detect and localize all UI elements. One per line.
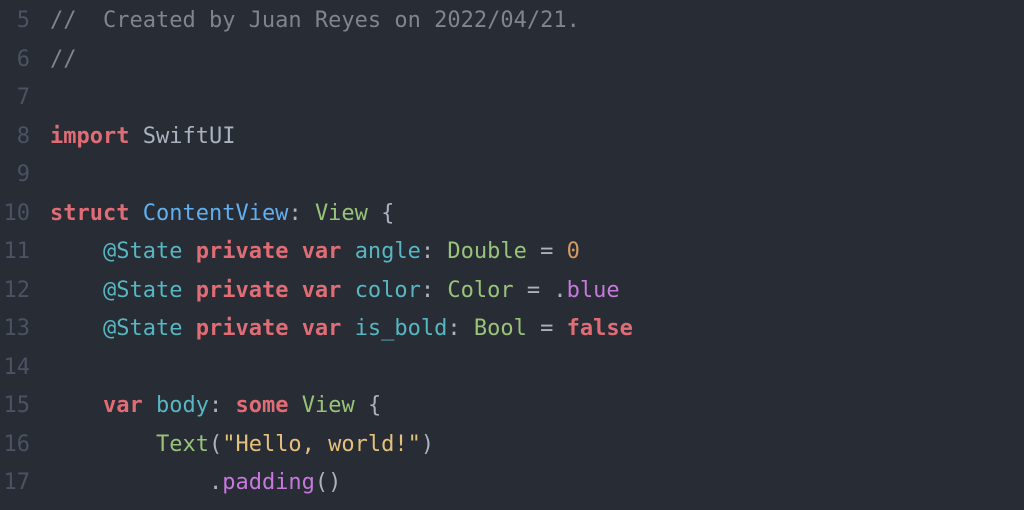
colon: : (288, 201, 301, 226)
attribute-state: @State (103, 278, 182, 303)
dot: . (209, 470, 222, 495)
colon: : (421, 239, 434, 264)
code-line: struct ContentView: View { (50, 195, 1024, 234)
line-number: 5 (0, 2, 30, 41)
line-number: 10 (0, 195, 30, 234)
module-name: SwiftUI (143, 124, 236, 149)
var-name: body (156, 393, 209, 418)
var-name: is_bold (355, 316, 448, 341)
keyword-struct: struct (50, 201, 129, 226)
code-line: var body: some View { (50, 387, 1024, 426)
type-name: Double (447, 239, 526, 264)
keyword-some: some (235, 393, 288, 418)
code-line: // (50, 41, 1024, 80)
line-number: 11 (0, 233, 30, 272)
function-call: Text (156, 432, 209, 457)
line-number-gutter: 5 6 7 8 9 10 11 12 13 14 15 16 17 (0, 0, 42, 510)
line-number: 12 (0, 272, 30, 311)
line-number: 8 (0, 118, 30, 157)
brace: { (368, 393, 381, 418)
equals: = (540, 316, 553, 341)
code-line: @State private var color: Color = .blue (50, 272, 1024, 311)
code-line: Text("Hello, world!") (50, 426, 1024, 465)
colon: : (209, 393, 222, 418)
var-name: color (355, 278, 421, 303)
paren-close: ) (421, 432, 434, 457)
line-number: 6 (0, 41, 30, 80)
keyword-private: private (196, 316, 289, 341)
paren-open: ( (209, 432, 222, 457)
type-name: View (302, 393, 355, 418)
keyword-import: import (50, 124, 129, 149)
code-editor[interactable]: // Created by Juan Reyes on 2022/04/21. … (42, 0, 1024, 510)
line-number: 16 (0, 426, 30, 465)
equals: = (540, 239, 553, 264)
type-name: Color (447, 278, 513, 303)
parens: () (315, 470, 342, 495)
line-number: 9 (0, 156, 30, 195)
code-line: // Created by Juan Reyes on 2022/04/21. (50, 2, 1024, 41)
line-number: 7 (0, 79, 30, 118)
attribute-state: @State (103, 316, 182, 341)
var-name: angle (355, 239, 421, 264)
dot: . (553, 278, 566, 303)
keyword-private: private (196, 278, 289, 303)
type-name: Bool (474, 316, 527, 341)
comment-text: Created by Juan Reyes on 2022/04/21. (103, 8, 580, 33)
code-line (50, 79, 1024, 118)
attribute-state: @State (103, 239, 182, 264)
struct-name: ContentView (143, 201, 289, 226)
keyword-var: var (302, 278, 342, 303)
line-number: 17 (0, 464, 30, 503)
number-literal: 0 (567, 239, 580, 264)
code-line: .padding() (50, 464, 1024, 503)
method-call: padding (222, 470, 315, 495)
protocol-name: View (315, 201, 368, 226)
keyword-private: private (196, 239, 289, 264)
keyword-var: var (302, 316, 342, 341)
bool-literal: false (567, 316, 633, 341)
colon: : (421, 278, 434, 303)
code-line: @State private var is_bold: Bool = false (50, 310, 1024, 349)
line-number: 14 (0, 349, 30, 388)
line-number: 15 (0, 387, 30, 426)
code-line (50, 156, 1024, 195)
code-line: @State private var angle: Double = 0 (50, 233, 1024, 272)
brace: { (381, 201, 394, 226)
equals: = (527, 278, 540, 303)
code-line (50, 349, 1024, 388)
colon: : (447, 316, 460, 341)
comment-prefix: // (50, 8, 103, 33)
line-number: 13 (0, 310, 30, 349)
comment-prefix: // (50, 47, 77, 72)
enum-case: blue (567, 278, 620, 303)
keyword-var: var (103, 393, 143, 418)
code-line: import SwiftUI (50, 118, 1024, 157)
keyword-var: var (302, 239, 342, 264)
string-literal: "Hello, world!" (222, 432, 421, 457)
